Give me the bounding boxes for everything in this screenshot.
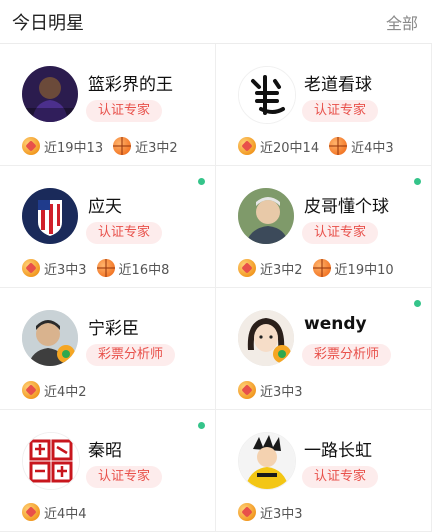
football-icon bbox=[22, 259, 40, 277]
stat-text: 近16中8 bbox=[118, 262, 170, 278]
expert-card[interactable]: 宁彩臣 彩票分析师 近4中2 bbox=[0, 288, 216, 410]
online-dot bbox=[414, 178, 421, 185]
expert-badge: 认证专家 bbox=[302, 466, 379, 488]
basketball-icon bbox=[312, 259, 331, 277]
expert-card[interactable]: 老道看球 认证专家 近20中14 近4中3 bbox=[216, 44, 432, 166]
expert-badge: 认证专家 bbox=[86, 222, 163, 244]
stat-text: 近20中14 bbox=[260, 140, 320, 156]
expert-card[interactable]: 皮哥懂个球 认证专家 近3中2 近19中10 bbox=[216, 166, 432, 288]
expert-name: 应天 bbox=[88, 197, 122, 217]
football-icon bbox=[22, 137, 40, 155]
stat-item: 近16中8 bbox=[96, 259, 170, 278]
expert-badge: 认证专家 bbox=[86, 466, 163, 488]
football-icon bbox=[22, 503, 40, 521]
stat-text: 近3中2 bbox=[260, 262, 303, 278]
online-dot bbox=[198, 178, 205, 185]
football-icon bbox=[238, 381, 256, 399]
expert-stats: 近4中4 bbox=[22, 502, 97, 522]
expert-badge: 彩票分析师 bbox=[86, 344, 176, 366]
stat-item: 近19中10 bbox=[312, 259, 394, 278]
expert-name: 老道看球 bbox=[304, 75, 372, 95]
expert-name: 秦昭 bbox=[88, 441, 122, 461]
stat-text: 近4中2 bbox=[44, 384, 87, 400]
expert-stats: 近3中3 bbox=[238, 502, 313, 522]
expert-stats: 近3中2 近19中10 bbox=[238, 258, 404, 278]
stat-item: 近4中4 bbox=[22, 503, 87, 522]
stat-text: 近4中3 bbox=[351, 140, 394, 156]
basketball-icon bbox=[96, 259, 115, 277]
expert-card[interactable]: 应天 认证专家 近3中3 近16中8 bbox=[0, 166, 216, 288]
expert-name: 皮哥懂个球 bbox=[304, 197, 389, 217]
expert-card[interactable]: wendy 彩票分析师 近3中3 bbox=[216, 288, 432, 410]
stat-text: 近19中13 bbox=[44, 140, 104, 156]
expert-stats: 近4中2 bbox=[22, 380, 97, 400]
expert-stats: 近20中14 近4中3 bbox=[238, 136, 404, 156]
stat-text: 近3中2 bbox=[135, 140, 178, 156]
expert-card[interactable]: 篮彩界的王 认证专家 近19中13 近3中2 bbox=[0, 44, 216, 166]
football-icon bbox=[238, 137, 256, 155]
expert-card[interactable]: 秦昭 认证专家 近4中4 bbox=[0, 410, 216, 532]
expert-name: wendy bbox=[304, 314, 367, 334]
football-icon bbox=[238, 259, 256, 277]
expert-name: 一路长虹 bbox=[304, 441, 372, 461]
avatar bbox=[238, 188, 294, 244]
section-header: 今日明星 全部 bbox=[0, 0, 432, 44]
expert-name: 篮彩界的王 bbox=[88, 75, 173, 95]
stat-item: 近3中3 bbox=[22, 259, 87, 278]
stat-item: 近4中2 bbox=[22, 381, 87, 400]
stat-item: 近19中13 bbox=[22, 137, 103, 156]
stat-text: 近3中3 bbox=[260, 506, 303, 522]
online-dot bbox=[414, 300, 421, 307]
stat-text: 近4中4 bbox=[44, 506, 87, 522]
avatar bbox=[22, 310, 78, 366]
avatar bbox=[22, 188, 78, 244]
expert-card[interactable]: 一路长虹 认证专家 近3中3 bbox=[216, 410, 432, 532]
stat-item: 近20中14 bbox=[238, 137, 319, 156]
stat-item: 近4中3 bbox=[329, 137, 394, 156]
expert-badge: 认证专家 bbox=[86, 100, 163, 122]
expert-badge: 彩票分析师 bbox=[302, 344, 392, 366]
stat-text: 近3中3 bbox=[260, 384, 303, 400]
stat-item: 近3中3 bbox=[238, 503, 303, 522]
section-title: 今日明星 bbox=[12, 12, 84, 34]
expert-name: 宁彩臣 bbox=[88, 319, 139, 339]
basketball-icon bbox=[329, 137, 348, 155]
avatar bbox=[22, 66, 78, 122]
stat-text: 近3中3 bbox=[44, 262, 87, 278]
online-dot bbox=[198, 422, 205, 429]
view-all-link[interactable]: 全部 bbox=[386, 10, 418, 34]
football-icon bbox=[238, 503, 256, 521]
stat-text: 近19中10 bbox=[334, 262, 394, 278]
expert-stats: 近3中3 bbox=[238, 380, 313, 400]
avatar bbox=[238, 432, 296, 490]
avatar bbox=[238, 310, 294, 366]
stat-item: 近3中2 bbox=[113, 137, 178, 156]
stat-item: 近3中2 bbox=[238, 259, 303, 278]
expert-stats: 近19中13 近3中2 bbox=[22, 136, 188, 156]
avatar bbox=[238, 66, 296, 124]
stat-item: 近3中3 bbox=[238, 381, 303, 400]
basketball-icon bbox=[113, 137, 132, 155]
expert-badge: 认证专家 bbox=[302, 222, 379, 244]
football-icon bbox=[22, 381, 40, 399]
expert-badge: 认证专家 bbox=[302, 100, 379, 122]
avatar bbox=[22, 432, 80, 490]
expert-stats: 近3中3 近16中8 bbox=[22, 258, 179, 278]
